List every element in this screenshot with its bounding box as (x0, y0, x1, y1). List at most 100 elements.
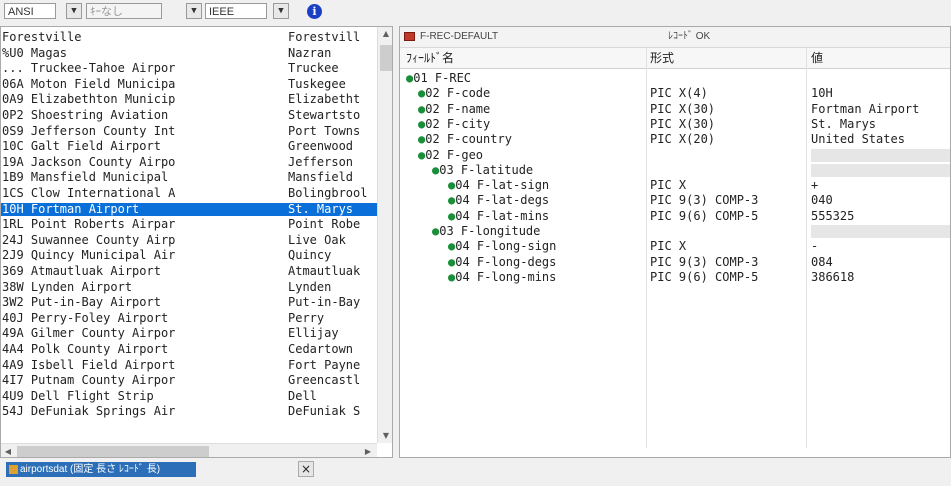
horizontal-scrollbar-thumb[interactable] (17, 446, 209, 457)
field-row[interactable]: ●02 F-name PIC X(30) Fortman Airport (400, 102, 950, 116)
airport-city: Live Oak (288, 233, 346, 247)
format-dropdown-button[interactable]: ▼ (273, 3, 289, 19)
field-name-header[interactable]: ﾌｨｰﾙﾄﾞ名 (406, 48, 454, 68)
airport-city: Quincy (288, 249, 332, 263)
scroll-left-icon[interactable]: ◀ (1, 444, 15, 457)
key-dropdown-button[interactable]: ▼ (186, 3, 202, 19)
airport-city: Ellijay (288, 327, 339, 341)
airport-code-name: 0A9 Elizabethton Municip (2, 93, 176, 107)
field-row[interactable]: ●04 F-lat-sign PIC X + (400, 178, 950, 193)
list-item[interactable]: 40J Perry-Foley Airport Perry (1, 312, 377, 325)
field-value[interactable] (811, 148, 950, 162)
field-type: PIC X (650, 178, 687, 193)
airport-city: Nazran (288, 46, 332, 60)
list-item[interactable]: 4U9 Dell Flight Strip Dell (1, 390, 377, 403)
list-item[interactable]: 369 Atmautluak Airport Atmautluak (1, 265, 377, 278)
encoding-select[interactable]: ANSI (4, 3, 56, 19)
list-item[interactable]: 4A9 Isbell Field Airport Fort Payne (1, 359, 377, 372)
airport-code-name: %U0 Magas (2, 46, 68, 60)
list-item[interactable]: 0A9 Elizabethton Municip Elizabetht (1, 93, 377, 106)
list-item[interactable]: 1RL Point Roberts Airpar Point Robe (1, 218, 377, 231)
list-item[interactable]: 38W Lynden Airport Lynden (1, 281, 377, 294)
field-value[interactable]: United States (811, 133, 950, 146)
airport-code-name: 10H Fortman Airport (2, 202, 140, 216)
field-value[interactable]: 555325 (811, 209, 950, 223)
key-select[interactable]: ｷｰなし (86, 3, 162, 19)
field-value[interactable]: 040 (811, 194, 950, 207)
list-item[interactable]: 19A Jackson County Airpo Jefferson (1, 156, 377, 169)
field-value[interactable]: 10H (811, 87, 950, 100)
field-row[interactable]: ●02 F-city PIC X(30) St. Marys (400, 117, 950, 131)
airport-code-name: 0P2 Shoestring Aviation (2, 109, 169, 122)
field-row[interactable]: ●01 F-REC (400, 72, 950, 85)
field-value[interactable]: 084 (811, 255, 950, 269)
field-value-header[interactable]: 値 (811, 48, 823, 68)
field-row[interactable]: ●04 F-lat-degs PIC 9(3) COMP-3 040 (400, 193, 950, 208)
vertical-scrollbar[interactable]: ▲ ▼ (377, 27, 392, 443)
list-item[interactable]: 1B9 Mansfield Municipal Mansfield (1, 171, 377, 184)
list-item[interactable]: 24J Suwannee County Airp Live Oak (1, 234, 377, 247)
field-type-header[interactable]: 形式 (650, 48, 674, 68)
field-row[interactable]: ●04 F-lat-mins PIC 9(6) COMP-5 555325 (400, 208, 950, 223)
format-select[interactable]: IEEE (205, 3, 267, 19)
field-row[interactable]: ●03 F-longitude (400, 225, 950, 238)
field-row[interactable]: ●04 F-long-degs PIC 9(3) COMP-3 084 (400, 255, 950, 269)
field-name: ●04 F-lat-mins (448, 208, 550, 223)
field-row[interactable]: ●02 F-geo (400, 148, 950, 162)
airport-city: Jefferson (288, 155, 354, 169)
list-item[interactable]: 1CS Clow International A Bolingbrool (1, 187, 377, 200)
encoding-dropdown-button[interactable]: ▼ (66, 3, 82, 19)
airport-code-name: 10C Galt Field Airport (2, 140, 161, 154)
record-list[interactable]: Forestville Forestvill %U0 Magas Nazran ... … (0, 26, 393, 458)
field-value[interactable]: + (811, 179, 950, 192)
field-row[interactable]: ●04 F-long-sign PIC X - (400, 239, 950, 254)
file-icon (9, 465, 18, 474)
airport-code-name: 0S9 Jefferson County Int (2, 124, 176, 138)
airport-city: Greencastl (288, 374, 361, 388)
field-value[interactable]: Fortman Airport (811, 102, 950, 116)
field-type: PIC X (650, 239, 687, 254)
list-item[interactable]: 4A4 Polk County Airport Cedartown (1, 343, 377, 356)
list-item[interactable]: Forestville Forestvill (1, 31, 377, 44)
list-item[interactable]: %U0 Magas Nazran (1, 47, 377, 60)
task-tab[interactable]: airportsdat (固定 長さ ﾚｺｰﾄﾞ 長) (6, 462, 196, 477)
list-item[interactable]: 0S9 Jefferson County Int Port Towns (1, 125, 377, 138)
horizontal-scrollbar[interactable]: ◀ ▶ (1, 443, 377, 457)
field-value[interactable] (811, 163, 950, 177)
airport-code-name: 369 Atmautluak Airport (2, 265, 161, 278)
field-value[interactable]: St. Marys (811, 117, 950, 131)
scrollbar-thumb[interactable] (380, 45, 392, 71)
field-type: PIC 9(3) COMP-3 (650, 193, 759, 208)
field-value[interactable] (811, 225, 950, 238)
field-row[interactable]: ●02 F-code PIC X(4) 10H (400, 87, 950, 100)
airport-city: Mansfield (288, 171, 354, 185)
scroll-down-icon[interactable]: ▼ (378, 429, 392, 443)
list-item[interactable]: 06A Moton Field Municipa Tuskegee (1, 78, 377, 91)
field-value[interactable]: 386618 (811, 270, 950, 284)
list-item[interactable]: 4I7 Putnam County Airpor Greencastl (1, 374, 377, 387)
list-item[interactable]: 54J DeFuniak Springs Air DeFuniak S (1, 405, 377, 418)
field-value[interactable] (811, 72, 950, 85)
list-item[interactable]: ... Truckee-Tahoe Airpor Truckee (1, 62, 377, 75)
field-name: ●04 F-long-mins (448, 269, 557, 284)
airport-city: Point Robe (288, 218, 361, 232)
list-item[interactable]: 10C Galt Field Airport Greenwood (1, 140, 377, 153)
scroll-up-icon[interactable]: ▲ (378, 27, 392, 41)
field-row[interactable]: ●02 F-country PIC X(20) United States (400, 133, 950, 146)
list-item[interactable]: 0P2 Shoestring Aviation Stewartsto (1, 109, 377, 122)
list-item[interactable]: 49A Gilmer County Airpor Ellijay (1, 327, 377, 340)
field-row[interactable]: ●03 F-latitude (400, 163, 950, 177)
list-item[interactable]: 2J9 Quincy Municipal Air Quincy (1, 249, 377, 262)
record-status: ﾚｺｰﾄﾞ OK (668, 31, 711, 42)
task-label: airportsdat (固定 長さ ﾚｺｰﾄﾞ 長) (20, 464, 161, 475)
field-row[interactable]: ●04 F-long-mins PIC 9(6) COMP-5 386618 (400, 269, 950, 284)
info-icon[interactable]: i (307, 4, 322, 19)
airport-code-name: Forestville (2, 31, 82, 44)
list-item[interactable]: 3W2 Put-in-Bay Airport Put-in-Bay (1, 296, 377, 309)
scroll-right-icon[interactable]: ▶ (361, 444, 375, 457)
list-item[interactable]: 10H Fortman Airport St. Marys (1, 202, 377, 216)
airport-code-name: ... Truckee-Tahoe Airpor (2, 62, 176, 76)
record-name: F-REC-DEFAULT (420, 31, 499, 42)
close-icon[interactable]: × (298, 461, 314, 477)
field-value[interactable]: - (811, 240, 950, 253)
